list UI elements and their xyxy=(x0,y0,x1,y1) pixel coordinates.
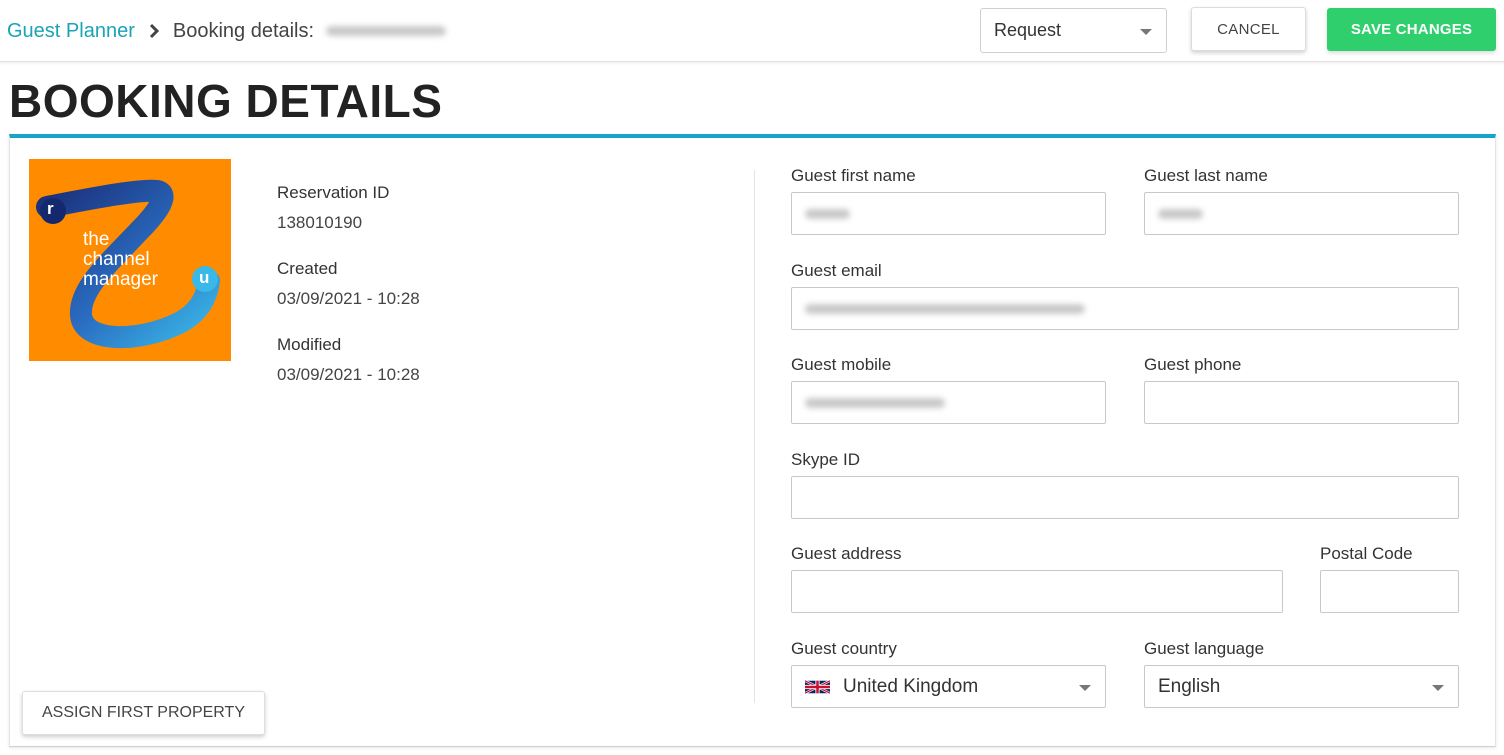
country-label: Guest country xyxy=(791,639,897,658)
language-label: Guest language xyxy=(1144,639,1265,658)
booking-details-card: r u the channel manager Reservation ID 1… xyxy=(9,134,1496,747)
first-name-redacted xyxy=(805,208,850,219)
reservation-id-value: 138010190 xyxy=(277,213,363,232)
skype-field[interactable] xyxy=(791,476,1459,519)
phone-field[interactable] xyxy=(1144,381,1459,424)
email-label: Guest email xyxy=(791,261,882,280)
reservation-id-label: Reservation ID xyxy=(277,183,390,202)
booking-status-select[interactable]: Request xyxy=(980,8,1167,53)
postal-code-label: Postal Code xyxy=(1320,544,1413,563)
mobile-label: Guest mobile xyxy=(791,355,892,374)
logo-letter-r: r xyxy=(47,199,54,218)
caret-down-icon xyxy=(1140,29,1152,35)
modified-value: 03/09/2021 - 10:28 xyxy=(277,365,420,384)
chevron-right-icon xyxy=(147,21,161,41)
created-label: Created xyxy=(277,259,338,278)
modified-block: Modified 03/09/2021 - 10:28 xyxy=(277,335,420,385)
modified-label: Modified xyxy=(277,335,342,354)
address-field[interactable] xyxy=(791,570,1283,613)
booking-status-value: Request xyxy=(994,20,1062,40)
first-name-label: Guest first name xyxy=(791,166,916,185)
created-block: Created 03/09/2021 - 10:28 xyxy=(277,259,420,309)
logo-line-manager: manager xyxy=(83,269,158,290)
address-label: Guest address xyxy=(791,544,902,563)
guest-name-redacted xyxy=(326,26,447,36)
breadcrumb-guest-planner-link[interactable]: Guest Planner xyxy=(7,20,135,43)
page-title: BOOKING DETAILS xyxy=(9,75,443,127)
save-changes-button[interactable]: SAVE CHANGES xyxy=(1327,8,1496,51)
logo-line-the: the xyxy=(83,229,110,250)
breadcrumb: Guest Planner Booking details: xyxy=(7,19,447,43)
email-field[interactable] xyxy=(791,287,1459,330)
skype-label: Skype ID xyxy=(791,450,860,469)
country-select[interactable]: United Kingdom xyxy=(791,665,1106,708)
email-redacted xyxy=(805,303,1085,314)
created-value: 03/09/2021 - 10:28 xyxy=(277,289,420,308)
phone-label: Guest phone xyxy=(1144,355,1242,374)
logo-text: the channel manager xyxy=(83,230,158,290)
last-name-redacted xyxy=(1158,208,1203,219)
logo-letter-u: u xyxy=(199,268,210,287)
logo-line-channel: channel xyxy=(83,249,150,270)
language-select[interactable]: English xyxy=(1144,665,1459,708)
breadcrumb-current: Booking details: xyxy=(172,19,315,42)
last-name-label: Guest last name xyxy=(1144,166,1268,185)
first-name-field[interactable] xyxy=(791,192,1106,235)
reservation-id-block: Reservation ID 138010190 xyxy=(277,183,389,233)
language-value: English xyxy=(1158,675,1221,697)
top-bar: Guest Planner Booking details: Request C… xyxy=(0,0,1504,62)
caret-down-icon xyxy=(1432,685,1444,691)
postal-code-field[interactable] xyxy=(1320,570,1459,613)
channel-manager-logo: r u the channel manager xyxy=(29,159,231,361)
mobile-field[interactable] xyxy=(791,381,1106,424)
caret-down-icon xyxy=(1079,685,1091,691)
column-divider xyxy=(754,170,755,703)
mobile-redacted xyxy=(805,397,945,408)
country-value: United Kingdom xyxy=(843,675,979,697)
uk-flag-icon xyxy=(805,679,830,694)
last-name-field[interactable] xyxy=(1144,192,1459,235)
cancel-button[interactable]: CANCEL xyxy=(1191,7,1306,51)
assign-first-property-button[interactable]: ASSIGN FIRST PROPERTY xyxy=(22,691,265,735)
